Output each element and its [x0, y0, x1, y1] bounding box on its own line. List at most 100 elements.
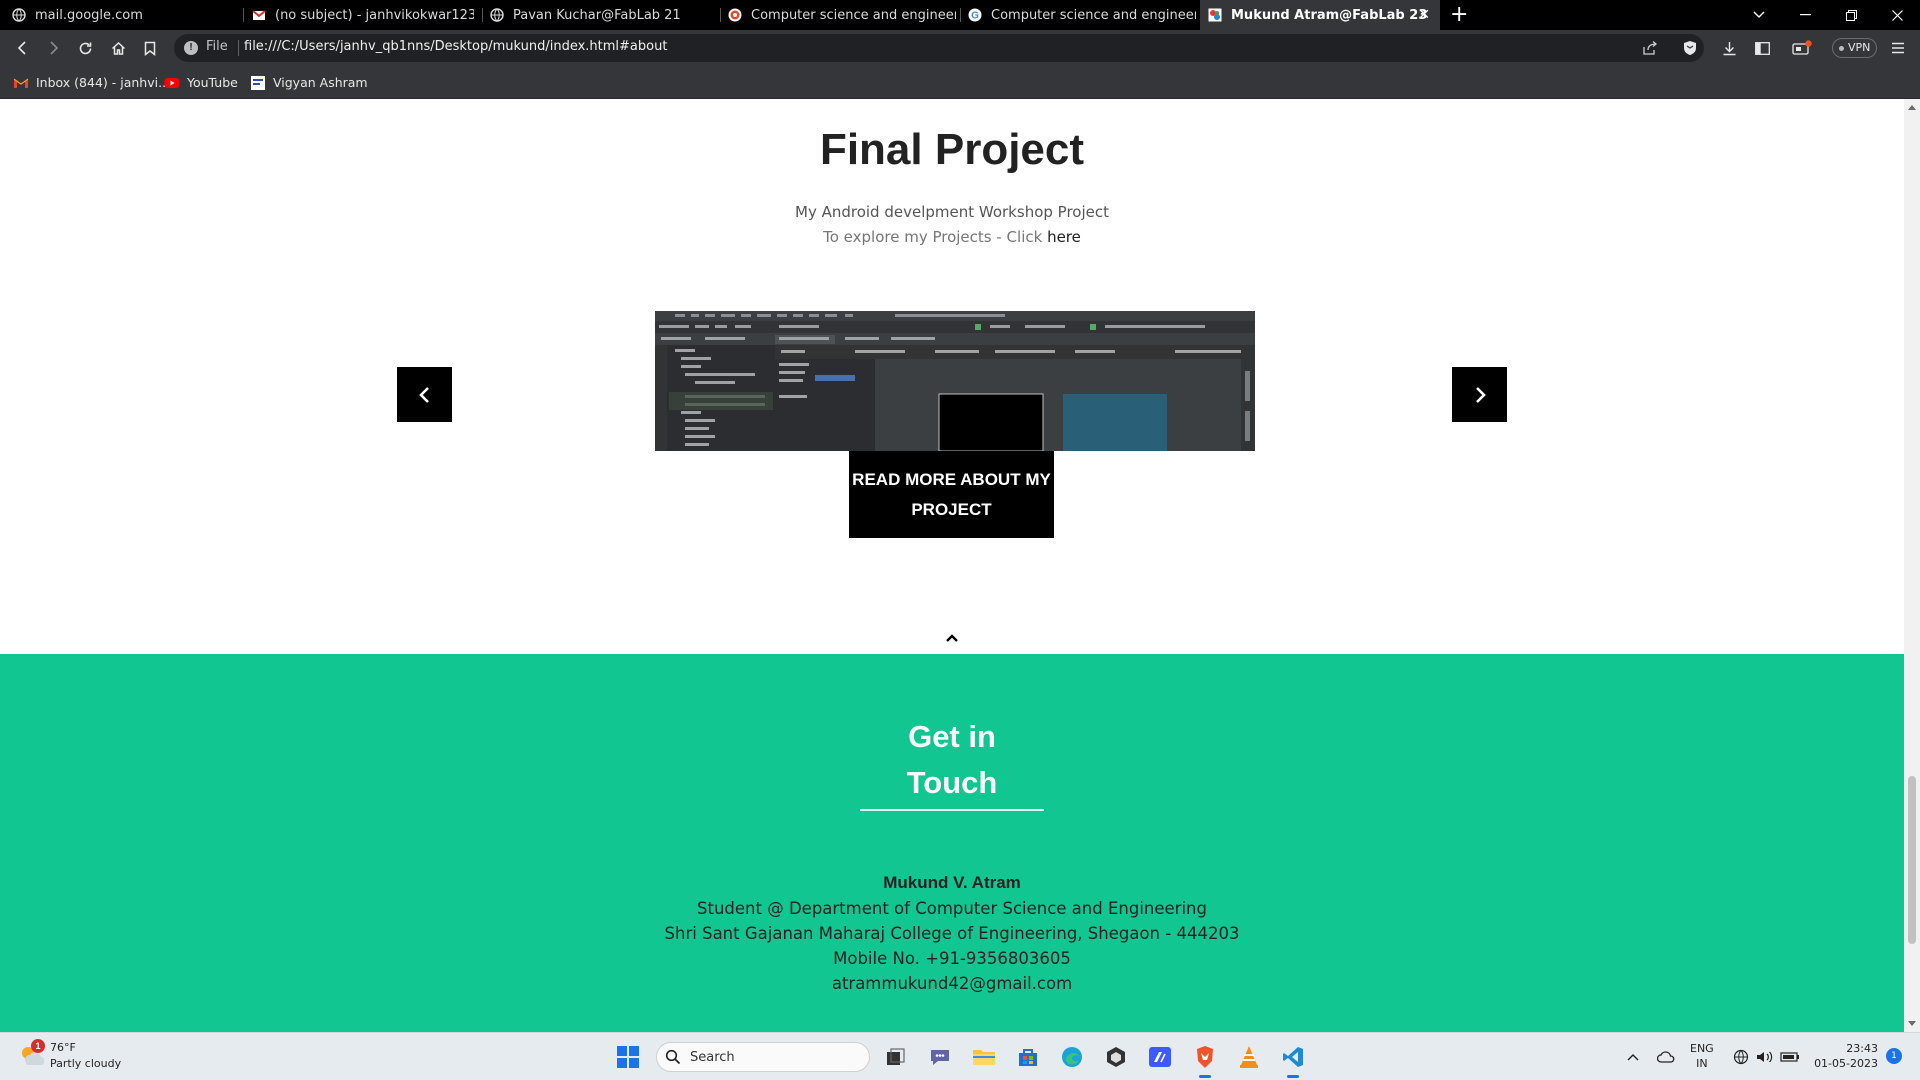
- clock-date: 01-05-2023: [1814, 1057, 1878, 1070]
- globe-icon: [12, 8, 26, 22]
- address-bar[interactable]: ! File file:///C:/Users/janhv_qb1nns/Des…: [174, 34, 1704, 62]
- explore-here-link[interactable]: here: [1047, 228, 1081, 246]
- tab-gmail-draft[interactable]: (no subject) - janhvikokwar1234@gmail.co…: [252, 0, 474, 30]
- bookmark-youtube[interactable]: YouTube: [164, 66, 238, 99]
- taskbar-search-box[interactable]: Search: [656, 1042, 870, 1072]
- vpn-button[interactable]: VPN: [1832, 38, 1878, 58]
- bookmark-label: Vigyan Ashram: [273, 75, 368, 90]
- show-hidden-icons-chevron-icon[interactable]: [1622, 1033, 1644, 1080]
- home-icon[interactable]: [103, 30, 133, 66]
- vlc-icon[interactable]: [1234, 1042, 1264, 1072]
- reload-icon[interactable]: [70, 30, 100, 66]
- battery-icon[interactable]: [1778, 1033, 1802, 1080]
- bookmark-icon[interactable]: [135, 30, 165, 66]
- tab-search-chevron-icon[interactable]: [1736, 0, 1782, 30]
- scroll-thumb[interactable]: [1908, 776, 1916, 944]
- svg-text:G: G: [971, 11, 979, 22]
- sidebar-icon[interactable]: [1748, 30, 1776, 66]
- close-window-icon[interactable]: [1874, 0, 1920, 30]
- tab-label: Computer science and engineering - B: [751, 7, 956, 23]
- search-label: Search: [690, 1050, 735, 1065]
- network-globe-icon[interactable]: [1730, 1033, 1752, 1080]
- tab-cse-c[interactable]: G Computer science and engineering - C: [968, 0, 1196, 30]
- android-studio-icon[interactable]: [1145, 1042, 1175, 1072]
- contact-section: Get in Touch Mukund V. Atram Student @ D…: [0, 654, 1904, 1032]
- bookmark-inbox[interactable]: Inbox (844) - janhvi...: [13, 66, 170, 99]
- tab-label: mail.google.com: [35, 7, 143, 23]
- bookmark-label: Inbox (844) - janhvi...: [36, 75, 171, 90]
- final-project-subtitle: My Android develpment Workshop Project: [795, 203, 1109, 221]
- edge-icon[interactable]: [1057, 1042, 1087, 1072]
- bookmark-vigyan-ashram[interactable]: Vigyan Ashram: [250, 66, 368, 99]
- gmail-icon: [13, 78, 29, 88]
- bookmarks-bar: Inbox (844) - janhvi... YouTube Vigyan A…: [0, 66, 1920, 99]
- tab-label: Mukund Atram@FabLab 23: [1231, 7, 1428, 23]
- contact-email[interactable]: atrammukund42@gmail.com: [0, 974, 1904, 993]
- volume-icon[interactable]: [1754, 1033, 1776, 1080]
- vscode-icon[interactable]: [1278, 1042, 1308, 1078]
- onedrive-cloud-icon[interactable]: [1654, 1033, 1678, 1080]
- url-text[interactable]: file:///C:/Users/janhv_qb1nns/Desktop/mu…: [244, 39, 667, 54]
- language-indicator[interactable]: ENG IN: [1690, 1041, 1714, 1071]
- read-more-button[interactable]: READ MORE ABOUT MY PROJECT: [849, 451, 1054, 538]
- brave-shield-icon[interactable]: [1676, 30, 1704, 66]
- vigyan-ashram-icon: [251, 75, 265, 90]
- page-viewport: Final Project My Android develpment Work…: [0, 99, 1904, 1032]
- tab-mail[interactable]: mail.google.com: [12, 0, 244, 30]
- tab-label: Computer science and engineering - C: [991, 7, 1196, 23]
- project-screenshot-slide: [655, 311, 1255, 451]
- unity-hub-icon[interactable]: [1101, 1042, 1131, 1072]
- tab-cse-b[interactable]: Computer science and engineering - B: [728, 0, 956, 30]
- minimize-icon[interactable]: [1782, 0, 1828, 30]
- fablab-icon: [1208, 8, 1222, 22]
- weather-description[interactable]: Partly cloudy: [50, 1057, 121, 1070]
- contact-role: Student @ Department of Computer Science…: [697, 899, 1207, 918]
- explore-projects-text: To explore my Projects - Click here: [0, 228, 1904, 246]
- download-icon[interactable]: [1715, 30, 1743, 66]
- file-explorer-icon[interactable]: [969, 1042, 999, 1072]
- system-clock[interactable]: 23:43 01-05-2023: [1810, 1041, 1878, 1071]
- carousel-prev-button[interactable]: [397, 367, 452, 422]
- tab-pavan[interactable]: Pavan Kuchar@FabLab 21: [490, 0, 712, 30]
- contact-mobile: Mobile No. +91-9356803605: [833, 949, 1071, 968]
- task-view-icon[interactable]: [880, 1042, 910, 1072]
- navigation-bar: ! File file:///C:/Users/janhv_qb1nns/Des…: [0, 30, 1920, 66]
- windows-start-icon[interactable]: [617, 1046, 639, 1068]
- teams-chat-icon[interactable]: [925, 1042, 955, 1072]
- scroll-down-arrow-icon[interactable]: [1908, 1021, 1916, 1026]
- bookmark-label: YouTube: [187, 75, 238, 90]
- close-tab-icon[interactable]: ✕: [1418, 7, 1430, 23]
- youtube-icon: [164, 77, 180, 88]
- forward-icon[interactable]: [39, 30, 69, 66]
- contact-name: Mukund V. Atram: [883, 873, 1021, 892]
- page-scrollbar[interactable]: [1904, 99, 1920, 1032]
- brave-icon: [728, 8, 742, 22]
- chevron-right-icon: [1475, 386, 1486, 403]
- clock-time: 23:43: [1846, 1042, 1878, 1055]
- lang-line1: ENG: [1690, 1042, 1714, 1055]
- chevron-up-icon[interactable]: [945, 633, 959, 643]
- chevron-left-icon: [418, 386, 429, 403]
- scroll-up-arrow-icon[interactable]: [1908, 105, 1916, 110]
- info-icon[interactable]: !: [184, 41, 198, 55]
- tab-label: Pavan Kuchar@FabLab 21: [513, 7, 681, 23]
- url-scheme-label: File: [206, 39, 228, 54]
- menu-icon[interactable]: [1884, 30, 1912, 66]
- search-icon: [665, 1049, 681, 1065]
- tab-mukund-active[interactable]: Mukund Atram@FabLab 23 ✕: [1200, 0, 1440, 30]
- windows-taskbar: 1 76°F Partly cloudy Search ENG IN 23:43…: [0, 1032, 1920, 1080]
- explore-prefix: To explore my Projects - Click: [823, 228, 1048, 246]
- tab-label: (no subject) - janhvikokwar1234@gmail.co…: [275, 7, 474, 23]
- share-icon[interactable]: [1636, 30, 1664, 66]
- wallet-icon[interactable]: [1788, 30, 1816, 66]
- contact-title-underline: [860, 809, 1044, 811]
- brave-browser-icon[interactable]: [1190, 1042, 1220, 1078]
- weather-alert-badge: 1: [31, 1039, 45, 1053]
- carousel-next-button[interactable]: [1452, 367, 1507, 422]
- back-icon[interactable]: [7, 30, 37, 66]
- weather-temperature[interactable]: 76°F: [50, 1041, 76, 1054]
- new-tab-icon[interactable]: +: [1450, 2, 1468, 28]
- microsoft-store-icon[interactable]: [1013, 1042, 1043, 1072]
- restore-icon[interactable]: [1828, 0, 1874, 30]
- notification-badge[interactable]: 1: [1886, 1048, 1902, 1064]
